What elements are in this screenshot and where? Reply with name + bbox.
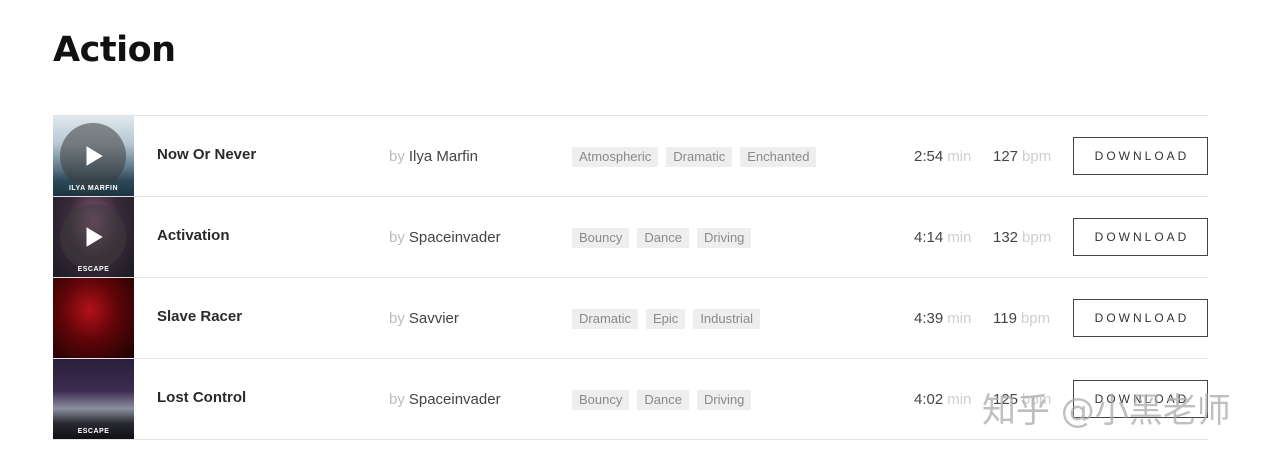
- cover-text: ILYA MARFIN: [68, 185, 119, 192]
- cover-art: [53, 278, 134, 358]
- track-title[interactable]: Now Or Never: [157, 146, 256, 163]
- track-artist: by Ilya Marfin: [389, 148, 478, 165]
- play-button[interactable]: [60, 123, 126, 189]
- track-artist: by Savvier: [389, 310, 459, 327]
- cover-text: ESCAPE: [77, 266, 110, 273]
- track-title[interactable]: Activation: [157, 227, 230, 244]
- track-artist: by Spaceinvader: [389, 229, 501, 246]
- track-row: Slave Racer by Savvier Dramatic Epic Indu…: [53, 278, 1208, 359]
- tag-list: Dramatic Epic Industrial: [572, 309, 761, 329]
- tag[interactable]: Dance: [637, 390, 689, 410]
- tag[interactable]: Dramatic: [666, 147, 733, 167]
- album-cover[interactable]: ILYA MARFIN: [53, 116, 134, 196]
- play-button[interactable]: [60, 204, 126, 270]
- artist-name[interactable]: Ilya Marfin: [409, 148, 478, 165]
- tag[interactable]: Dramatic: [572, 309, 639, 329]
- tag[interactable]: Industrial: [693, 309, 761, 329]
- tag[interactable]: Enchanted: [740, 147, 817, 167]
- page-title: Action: [53, 30, 176, 70]
- track-duration: 4:14 min: [914, 229, 972, 246]
- album-cover[interactable]: ESCAPE: [53, 359, 134, 439]
- tag[interactable]: Dance: [637, 228, 689, 248]
- track-duration: 4:39 min: [914, 310, 972, 327]
- tag-list: Atmospheric Dramatic Enchanted: [572, 147, 817, 167]
- download-button[interactable]: DOWNLOAD: [1073, 299, 1208, 337]
- tag[interactable]: Driving: [696, 390, 752, 410]
- track-row: ILYA MARFIN Now Or Never by Ilya Marfin A…: [53, 116, 1208, 197]
- by-label: by: [389, 391, 405, 408]
- tag[interactable]: Epic: [646, 309, 686, 329]
- watermark: 知乎 @小黑老师: [982, 391, 1231, 431]
- tag-list: Bouncy Dance Driving: [572, 228, 752, 248]
- artist-name[interactable]: Spaceinvader: [409, 229, 501, 246]
- track-bpm: 127 bpm: [993, 148, 1052, 165]
- play-icon: [86, 227, 103, 247]
- track-row: ESCAPE Activation by Spaceinvader Bouncy …: [53, 197, 1208, 278]
- cover-text: ESCAPE: [77, 428, 110, 435]
- download-button[interactable]: DOWNLOAD: [1073, 137, 1208, 175]
- track-artist: by Spaceinvader: [389, 391, 501, 408]
- track-title[interactable]: Lost Control: [157, 389, 246, 406]
- play-icon: [86, 146, 103, 166]
- track-duration: 4:02 min: [914, 391, 972, 408]
- album-cover[interactable]: ESCAPE: [53, 197, 134, 277]
- track-bpm: 119 bpm: [993, 310, 1051, 327]
- artist-name[interactable]: Spaceinvader: [409, 391, 501, 408]
- album-cover[interactable]: [53, 278, 134, 358]
- tag[interactable]: Bouncy: [572, 390, 630, 410]
- track-title[interactable]: Slave Racer: [157, 308, 242, 325]
- track-bpm: 132 bpm: [993, 229, 1052, 246]
- by-label: by: [389, 148, 405, 165]
- tag-list: Bouncy Dance Driving: [572, 390, 752, 410]
- by-label: by: [389, 310, 405, 327]
- tag[interactable]: Driving: [696, 228, 752, 248]
- cover-art: [53, 359, 134, 439]
- by-label: by: [389, 229, 405, 246]
- artist-name[interactable]: Savvier: [409, 310, 459, 327]
- track-duration: 2:54 min: [914, 148, 972, 165]
- tag[interactable]: Bouncy: [572, 228, 630, 248]
- tag[interactable]: Atmospheric: [572, 147, 659, 167]
- download-button[interactable]: DOWNLOAD: [1073, 218, 1208, 256]
